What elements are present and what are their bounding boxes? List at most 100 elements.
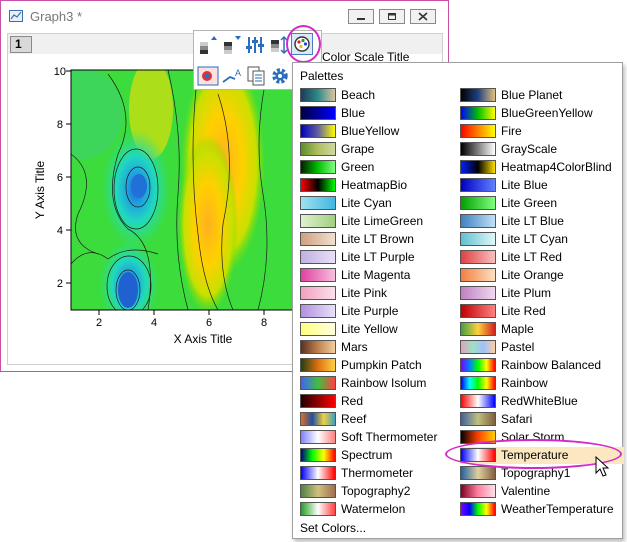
palette-item-maple[interactable]: Maple	[460, 321, 624, 338]
palette-item-reef[interactable]: Reef	[300, 411, 464, 428]
palette-item-mars[interactable]: Mars	[300, 339, 464, 356]
palette-swatch	[460, 322, 496, 336]
x-tick-label: 4	[151, 317, 157, 329]
palette-item-blue[interactable]: Blue	[300, 105, 464, 122]
gear-icon	[272, 68, 288, 84]
contour-line-label-button[interactable]: A	[221, 65, 243, 87]
palette-item-lite-cyan[interactable]: Lite Cyan	[300, 195, 464, 212]
palette-item-spectrum[interactable]: Spectrum	[300, 447, 464, 464]
sliders-icon	[246, 37, 264, 53]
palette-item-label: Lite Plum	[501, 286, 552, 300]
palette-item-redwhiteblue[interactable]: RedWhiteBlue	[460, 393, 624, 410]
palette-item-valentine[interactable]: Valentine	[460, 483, 624, 500]
palette-item-lite-blue[interactable]: Lite Blue	[460, 177, 624, 194]
x-axis	[98, 310, 265, 315]
palette-swatch	[300, 196, 336, 210]
palette-item-label: Lite LT Brown	[341, 232, 414, 246]
palette-swatch	[460, 178, 496, 192]
palette-swatch	[460, 196, 496, 210]
palette-item-weathertemperature[interactable]: WeatherTemperature	[460, 501, 624, 518]
palette-swatch	[460, 88, 496, 102]
palette-swatch	[460, 394, 496, 408]
palette-item-label: Blue Planet	[501, 88, 563, 102]
palette-item-label: Soft Thermometer	[341, 430, 438, 444]
line-label-icon: A	[222, 68, 241, 83]
copy-icon	[247, 66, 265, 86]
close-button[interactable]	[410, 9, 436, 24]
color-scale-direction-down-button[interactable]	[221, 34, 243, 56]
palette-item-label: Lite LT Cyan	[501, 232, 568, 246]
layer-tab[interactable]: 1	[10, 36, 32, 53]
palette-swatch	[460, 214, 496, 228]
palette-item-green[interactable]: Green	[300, 159, 464, 176]
palette-swatch	[300, 286, 336, 300]
palette-item-label: Red	[341, 394, 364, 408]
palette-item-red[interactable]: Red	[300, 393, 464, 410]
mouse-pointer-icon	[595, 456, 609, 477]
palette-item-label: Rainbow Isolum	[341, 376, 427, 390]
palette-item-lite-lt-blue[interactable]: Lite LT Blue	[460, 213, 624, 230]
color-scale-direction-up-button[interactable]	[197, 34, 219, 56]
palette-item-heatmapbio[interactable]: HeatmapBio	[300, 177, 464, 194]
palette-item-topography2[interactable]: Topography2	[300, 483, 464, 500]
palette-item-grayscale[interactable]: GrayScale	[460, 141, 624, 158]
copy-format-button[interactable]	[245, 65, 267, 87]
levels-button[interactable]	[244, 34, 266, 56]
fill-map-icon	[197, 66, 219, 86]
maximize-button[interactable]	[379, 9, 405, 24]
settings-button[interactable]	[269, 65, 291, 87]
palette-swatch	[300, 160, 336, 174]
palette-item-label: Valentine	[501, 484, 551, 498]
palette-item-lite-orange[interactable]: Lite Orange	[460, 267, 624, 284]
fill-color-button[interactable]	[197, 65, 219, 87]
palette-item-label: Safari	[501, 412, 533, 426]
set-colors-menu-item[interactable]: Set Colors...	[300, 521, 366, 535]
palette-item-watermelon[interactable]: Watermelon	[300, 501, 464, 518]
palette-item-beach[interactable]: Beach	[300, 87, 464, 104]
palette-item-lite-lt-brown[interactable]: Lite LT Brown	[300, 231, 464, 248]
y-tick-label: 4	[57, 225, 63, 237]
palette-item-lite-red[interactable]: Lite Red	[460, 303, 624, 320]
palette-item-lite-green[interactable]: Lite Green	[460, 195, 624, 212]
palette-item-rainbow-isolum[interactable]: Rainbow Isolum	[300, 375, 464, 392]
palette-item-lite-yellow[interactable]: Lite Yellow	[300, 321, 464, 338]
y-tick-label: 2	[57, 278, 63, 290]
y-axis-title[interactable]: Y Axis Title	[33, 160, 47, 219]
palette-item-soft-thermometer[interactable]: Soft Thermometer	[300, 429, 464, 446]
palette-item-grape[interactable]: Grape	[300, 141, 464, 158]
contour-plot[interactable]: 2 4 6 8 X Axis Title 2 4 6 8 10 Y Axis T…	[8, 54, 308, 347]
palette-swatch	[300, 358, 336, 372]
palette-item-blue-planet[interactable]: Blue Planet	[460, 87, 624, 104]
palette-item-blueyellow[interactable]: BlueYellow	[300, 123, 464, 140]
palette-item-rainbow[interactable]: Rainbow	[460, 375, 624, 392]
palette-item-lite-lt-cyan[interactable]: Lite LT Cyan	[460, 231, 624, 248]
palette-item-fire[interactable]: Fire	[460, 123, 624, 140]
palette-item-lite-lt-red[interactable]: Lite LT Red	[460, 249, 624, 266]
palette-swatch	[300, 412, 336, 426]
palette-item-label: Thermometer	[341, 466, 414, 480]
palette-item-label: Lite Yellow	[341, 322, 398, 336]
palette-item-lite-plum[interactable]: Lite Plum	[460, 285, 624, 302]
palette-item-label: Watermelon	[341, 502, 406, 516]
palette-item-rainbow-balanced[interactable]: Rainbow Balanced	[460, 357, 624, 374]
palette-item-pumpkin-patch[interactable]: Pumpkin Patch	[300, 357, 464, 374]
palette-item-pastel[interactable]: Pastel	[460, 339, 624, 356]
x-axis-title[interactable]: X Axis Title	[174, 332, 233, 346]
window-title: Graph3 *	[30, 9, 83, 24]
palette-item-lite-magenta[interactable]: Lite Magenta	[300, 267, 464, 284]
palette-swatch	[460, 412, 496, 426]
title-bar[interactable]: Graph3 *	[1, 1, 448, 29]
palette-item-lite-limegreen[interactable]: Lite LimeGreen	[300, 213, 464, 230]
palette-item-heatmap4colorblind[interactable]: Heatmap4ColorBlind	[460, 159, 624, 176]
palette-item-lite-lt-purple[interactable]: Lite LT Purple	[300, 249, 464, 266]
palette-item-lite-purple[interactable]: Lite Purple	[300, 303, 464, 320]
minimize-button[interactable]	[348, 9, 374, 24]
palette-item-label: Rainbow Balanced	[501, 358, 602, 372]
palette-item-bluegreenyellow[interactable]: BlueGreenYellow	[460, 105, 624, 122]
palette-swatch	[300, 484, 336, 498]
palette-item-lite-pink[interactable]: Lite Pink	[300, 285, 464, 302]
palette-item-safari[interactable]: Safari	[460, 411, 624, 428]
palette-swatch	[460, 268, 496, 282]
graph-window-icon	[9, 10, 23, 22]
palette-item-thermometer[interactable]: Thermometer	[300, 465, 464, 482]
